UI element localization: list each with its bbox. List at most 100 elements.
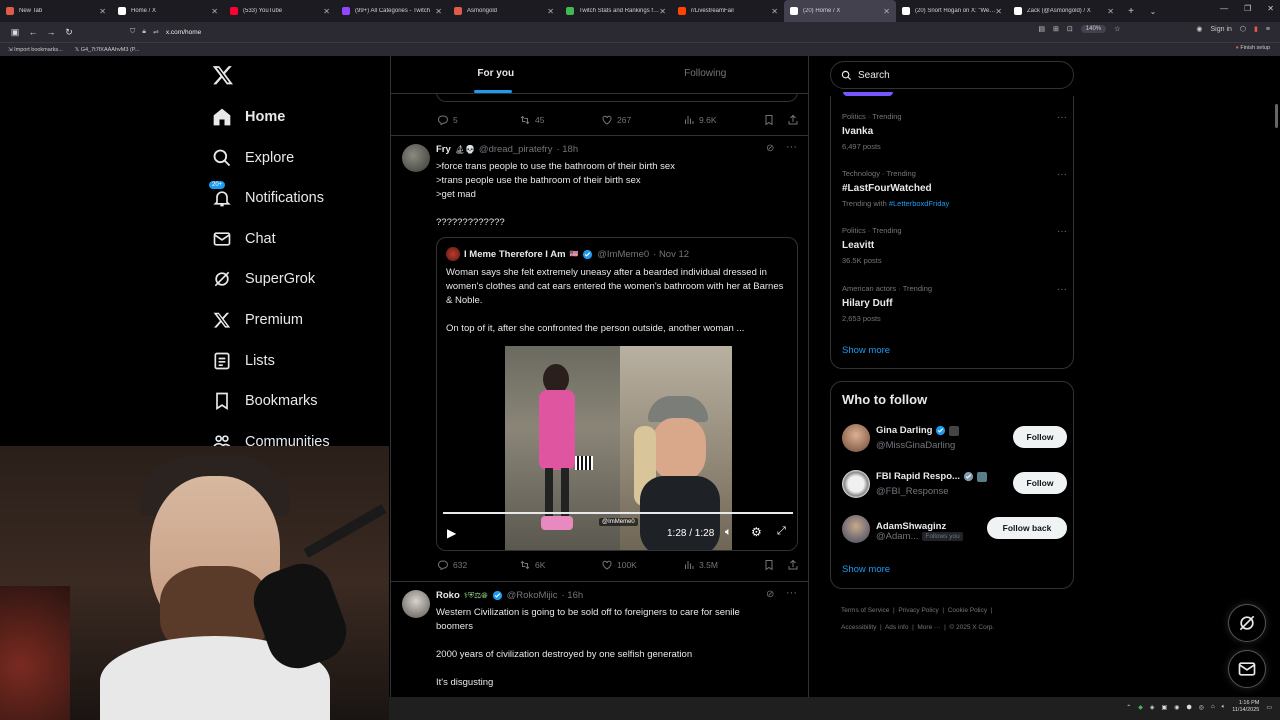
bookmark-icon[interactable] [763, 114, 775, 126]
trend-item[interactable]: Politics · Trending Leavitt 36.5K posts … [842, 226, 1067, 265]
tray-app-icon[interactable]: ◎ [1199, 704, 1204, 711]
grok-icon[interactable]: ⊘ [766, 589, 774, 600]
play-icon[interactable]: ▶ [447, 526, 456, 540]
nav-item-supergrok[interactable]: SuperGrok [212, 264, 315, 294]
footer-link-privacy[interactable]: Privacy Policy [898, 607, 938, 614]
zoom-level[interactable]: 140% [1080, 25, 1107, 33]
tab-close-icon[interactable]: ✕ [99, 7, 106, 16]
tab-close-icon[interactable]: ✕ [435, 7, 442, 16]
nav-item-premium[interactable]: Premium [212, 305, 303, 335]
volume-icon[interactable]: 🔈︎ [1222, 704, 1226, 711]
video-progress-bar[interactable] [443, 512, 793, 514]
browser-tab[interactable]: Zack (@Asmongold) / X ✕ [1008, 0, 1120, 22]
forward-button[interactable]: → [42, 27, 60, 37]
footer-link-accessibility[interactable]: Accessibility [841, 624, 876, 631]
reply-button[interactable]: 5 [437, 114, 519, 126]
bookmark-item[interactable]: ⇲ Import bookmarks... [8, 47, 63, 53]
quoted-post[interactable]: I Meme Therefore I Am 🇺🇸 @ImMeme0 · Nov … [436, 237, 798, 551]
like-button[interactable]: 267 [601, 114, 683, 126]
browser-tab[interactable]: (20) Home / X ✕ [784, 0, 896, 22]
nav-item-home[interactable]: Home [212, 102, 285, 132]
tab-close-icon[interactable]: ✕ [211, 7, 218, 16]
back-button[interactable]: ← [24, 27, 42, 37]
messages-fab-button[interactable] [1228, 650, 1266, 688]
footer-link-ads[interactable]: Ads info [885, 624, 909, 631]
sidebar-toggle-icon[interactable]: ▣ [6, 27, 24, 38]
nav-item-explore[interactable]: Explore [212, 143, 294, 173]
tray-app-icon[interactable]: ▣ [1162, 704, 1168, 711]
more-options-icon[interactable]: ··· [1057, 226, 1067, 237]
screenshot-icon[interactable]: ⊡ [1067, 25, 1073, 33]
trend-item[interactable]: Politics · Trending Ivanka 6,497 posts ·… [842, 112, 1067, 151]
tray-app-icon[interactable]: ◆ [1138, 704, 1143, 711]
nav-item-bookmarks[interactable]: Bookmarks [212, 386, 318, 416]
trend-item[interactable]: American actors · Trending Hilary Duff 2… [842, 284, 1067, 323]
bookmark-item[interactable]: 𝕏 G4_7t7fXAAAhvM3 (P... [75, 47, 140, 53]
tray-app-icon[interactable]: ◉ [1174, 704, 1179, 711]
repost-button[interactable]: 45 [519, 114, 601, 126]
video-player[interactable]: @ImMeme0 ▶ 1:28 / 1:28 🔈︎ ⚙ ⤢ [437, 346, 797, 550]
page-scrollbar[interactable] [1275, 104, 1278, 128]
tray-app-icon[interactable]: ⬢ [1186, 704, 1191, 711]
share-icon[interactable] [787, 559, 799, 571]
repost-button[interactable]: 6K [519, 559, 601, 571]
translate-icon[interactable]: ⊞ [1053, 25, 1059, 33]
trend-item[interactable]: Technology · Trending #LastFourWatched T… [842, 169, 1067, 208]
bookmark-star-icon[interactable]: ☆ [1114, 25, 1120, 33]
x-logo-icon[interactable] [212, 64, 234, 86]
account-icon[interactable]: ◉ [1196, 25, 1202, 33]
nav-item-lists[interactable]: Lists [212, 346, 275, 376]
browser-tab[interactable]: Asmongold ✕ [448, 0, 560, 22]
avatar[interactable] [402, 590, 430, 618]
trend-hashtag-link[interactable]: #LetterboxdFriday [889, 199, 949, 208]
follow-back-button[interactable]: Follow back [987, 517, 1067, 539]
follow-suggestion[interactable]: AdamShwaginz @Adam... Follows you Follow… [842, 513, 1067, 545]
menu-icon[interactable]: ≡ [1266, 26, 1270, 33]
more-options-icon[interactable]: ··· [786, 587, 797, 599]
post[interactable]: Fry ⛵︎💀 @dread_piratefry · 18h ⊘ ··· >fo… [391, 136, 808, 582]
maximize-button[interactable]: ❐ [1244, 4, 1251, 13]
post-time[interactable]: · 18h [556, 144, 578, 155]
browser-tab[interactable]: Twitch Stats and Rankings for C ✕ [560, 0, 672, 22]
tab-close-icon[interactable]: ✕ [659, 7, 666, 16]
avatar[interactable] [402, 144, 430, 172]
more-options-icon[interactable]: ··· [786, 141, 797, 153]
volume-icon[interactable]: 🔈︎ [725, 526, 732, 539]
address-bar[interactable]: ⛉ 🔒︎ ⇌ x.com/home [130, 25, 1130, 39]
grok-icon[interactable]: ⊘ [766, 143, 774, 154]
views-button[interactable]: 3.5M [683, 559, 743, 571]
author-name[interactable]: Fry [436, 144, 451, 155]
extensions-icon[interactable]: ⬡ [1240, 25, 1246, 33]
browser-tab[interactable]: (99+) All Categories - Twitch ✕ [336, 0, 448, 22]
more-options-icon[interactable]: ··· [1057, 284, 1067, 295]
browser-tab[interactable]: (20) Snort Hogan on X: "We mu ✕ [896, 0, 1008, 22]
tab-close-icon[interactable]: ✕ [883, 7, 890, 16]
search-input[interactable]: Search [830, 61, 1074, 89]
footer-link-terms[interactable]: Terms of Service [841, 607, 889, 614]
who-to-follow-show-more[interactable]: Show more [842, 564, 890, 575]
tab-for-you[interactable]: For you [391, 56, 601, 93]
bookmark-icon[interactable] [763, 559, 775, 571]
footer-link-cookie[interactable]: Cookie Policy [948, 607, 987, 614]
tab-close-icon[interactable]: ✕ [771, 7, 778, 16]
settings-icon[interactable]: ⚙ [751, 525, 762, 539]
tab-following[interactable]: Following [601, 56, 809, 93]
new-tab-button[interactable]: + [1120, 6, 1142, 17]
views-button[interactable]: 9.6K [683, 114, 743, 126]
tab-close-icon[interactable]: ✕ [323, 7, 330, 16]
sign-in-button[interactable]: Sign in [1211, 26, 1232, 33]
notification-center-icon[interactable]: ▭ [1266, 704, 1272, 711]
close-window-button[interactable]: ✕ [1267, 4, 1274, 13]
nav-item-notifications[interactable]: 20+ Notifications [208, 180, 324, 213]
extension-badge-icon[interactable]: ▮ [1254, 25, 1258, 33]
reader-icon[interactable]: ▤ [1038, 25, 1045, 33]
share-icon[interactable] [787, 114, 799, 126]
clock[interactable]: 1:16 PM 11/14/2025 [1232, 700, 1259, 714]
finish-setup-button[interactable]: ● Finish setup [1235, 45, 1270, 51]
nav-item-chat[interactable]: Chat [212, 224, 276, 254]
author-name[interactable]: Roko [436, 590, 460, 601]
network-icon[interactable]: ⌂ [1211, 704, 1215, 710]
browser-tab[interactable]: New Tab ✕ [0, 0, 112, 22]
fullscreen-icon[interactable]: ⤢ [777, 525, 786, 538]
follow-suggestion[interactable]: Gina Darling @MissGinaDarling Follow [842, 422, 1067, 454]
